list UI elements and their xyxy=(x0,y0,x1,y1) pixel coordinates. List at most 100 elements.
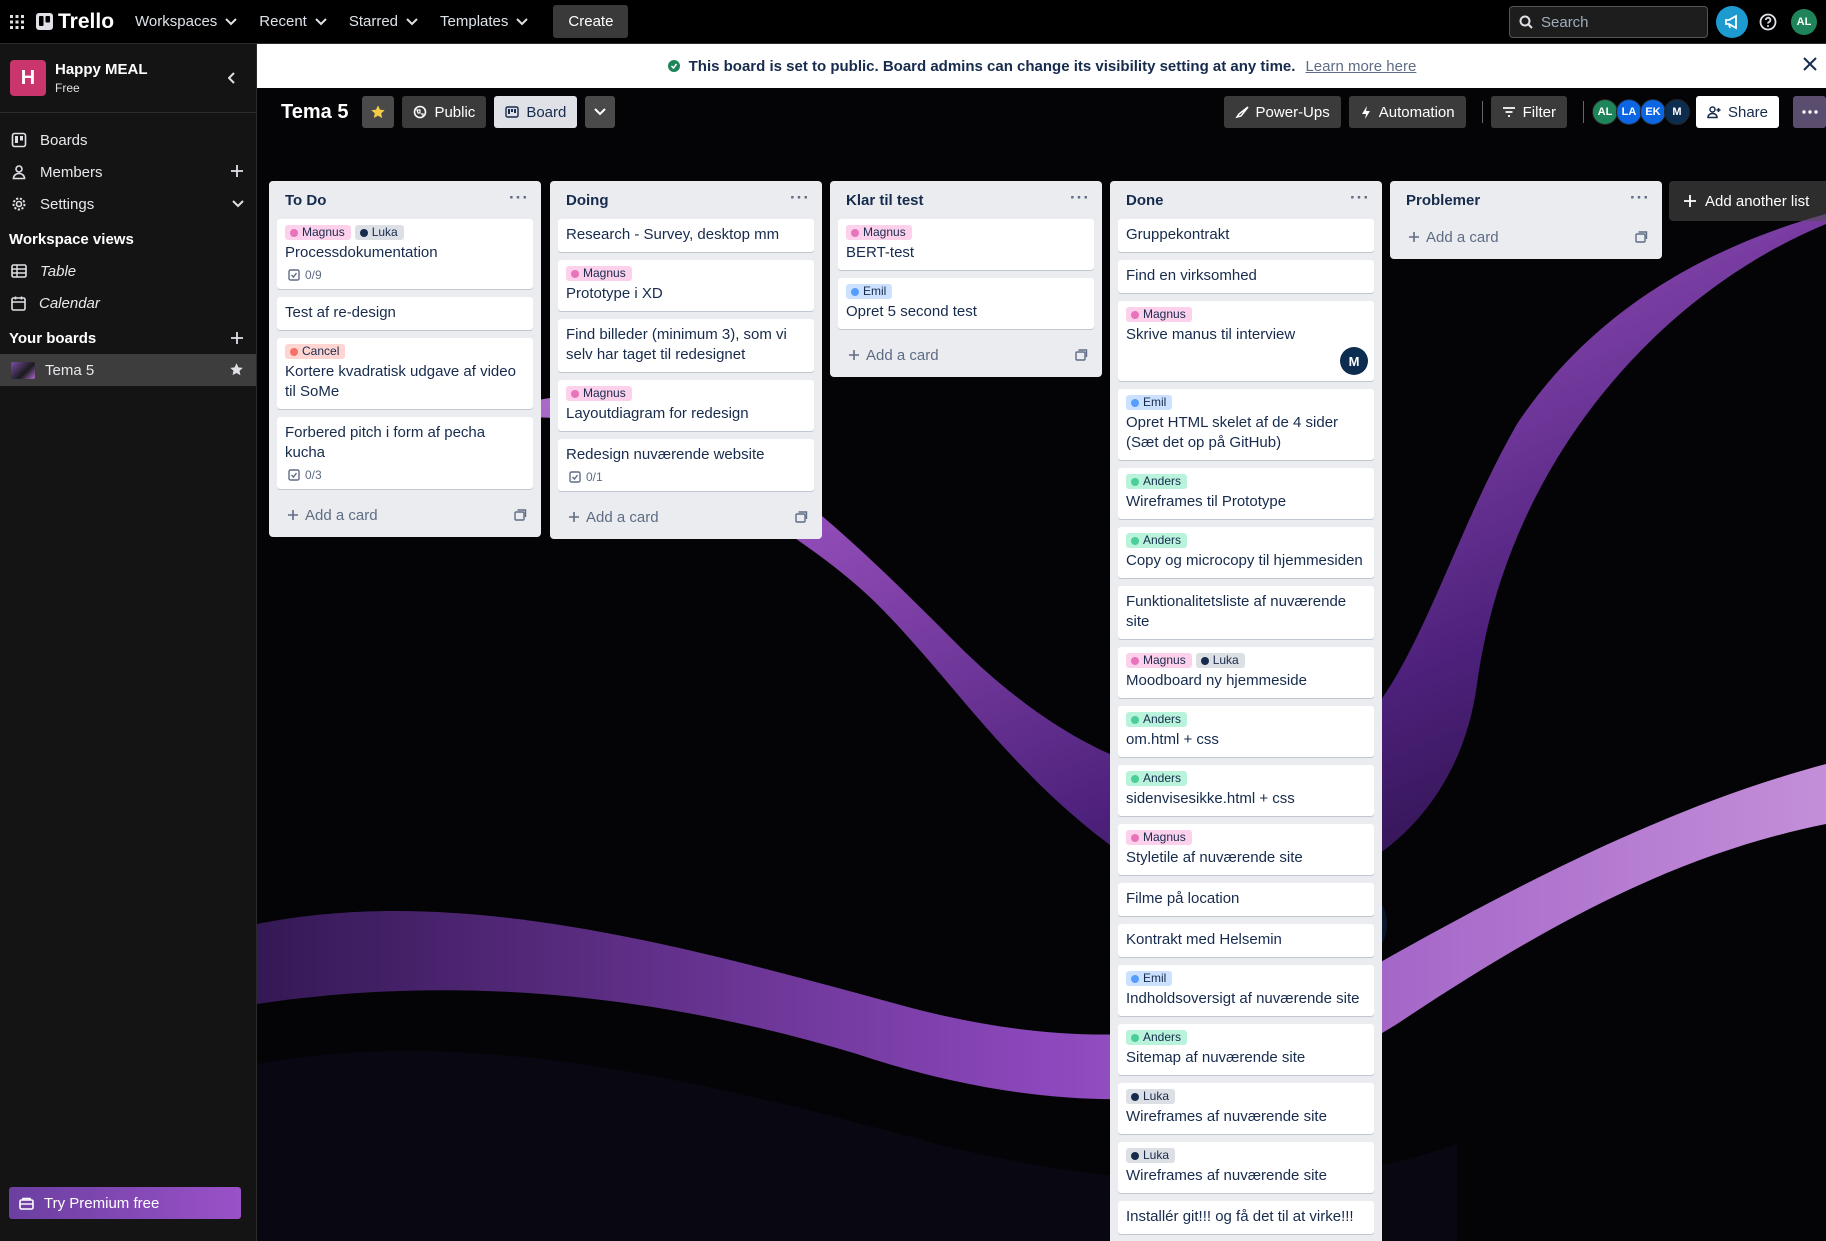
sidebar-item-calendar[interactable]: Calendar xyxy=(0,287,256,319)
add-board-icon[interactable] xyxy=(230,331,244,345)
list-header[interactable]: Doing ··· xyxy=(550,181,822,219)
sidebar-item-members[interactable]: Members xyxy=(0,156,256,188)
card-label[interactable]: Magnus xyxy=(1126,307,1192,322)
add-card-button[interactable]: Add a card xyxy=(550,499,822,535)
card-label[interactable]: Anders xyxy=(1126,1030,1188,1045)
collapse-sidebar-button[interactable] xyxy=(218,64,246,92)
card-label[interactable]: Anders xyxy=(1126,712,1188,727)
list-menu-icon[interactable]: ··· xyxy=(790,189,810,206)
member-avatar[interactable]: AL xyxy=(1591,99,1618,125)
card[interactable]: Magnus Styletile af nuværende site xyxy=(1118,824,1374,875)
starred-menu[interactable]: Starred xyxy=(338,6,429,38)
card[interactable]: Research - Survey, desktop mm xyxy=(558,219,814,252)
filter-button[interactable]: Filter xyxy=(1490,96,1567,128)
list-title[interactable]: Problemer xyxy=(1406,192,1480,209)
card[interactable]: Funktionalitetsliste af nuværende site xyxy=(1118,586,1374,639)
member-avatar[interactable]: LA xyxy=(1615,99,1642,125)
star-board-button[interactable] xyxy=(362,96,395,128)
card-label[interactable]: Luka xyxy=(354,225,404,240)
close-icon[interactable] xyxy=(1802,56,1818,72)
card-label[interactable]: Magnus xyxy=(1126,653,1192,668)
card-label[interactable]: Emil xyxy=(846,284,893,299)
card[interactable]: Anders om.html + css xyxy=(1118,706,1374,757)
template-icon[interactable] xyxy=(795,511,808,523)
add-member-icon[interactable] xyxy=(230,164,244,178)
workspaces-menu[interactable]: Workspaces xyxy=(124,6,248,38)
learn-more-link[interactable]: Learn more here xyxy=(1305,58,1416,75)
board-title[interactable]: Tema 5 xyxy=(281,101,348,124)
sidebar-item-settings[interactable]: Settings xyxy=(0,188,256,220)
list-menu-icon[interactable]: ··· xyxy=(1070,189,1090,206)
card[interactable]: Magnus Layoutdiagram for redesign xyxy=(558,380,814,431)
card[interactable]: Luka Wireframes af nuværende site xyxy=(1118,1142,1374,1193)
power-ups-button[interactable]: Power-Ups xyxy=(1223,96,1341,128)
template-icon[interactable] xyxy=(1635,231,1648,243)
search-input[interactable]: Search xyxy=(1509,6,1708,38)
card-label[interactable]: Magnus xyxy=(846,225,912,240)
list-header[interactable]: Done ··· xyxy=(1110,181,1382,219)
card-label[interactable]: Anders xyxy=(1126,533,1188,548)
automation-button[interactable]: Automation xyxy=(1348,96,1466,128)
card[interactable]: Magnus Skrive manus til interview M xyxy=(1118,301,1374,381)
app-switcher-icon[interactable] xyxy=(0,0,34,44)
card[interactable]: Emil Indholdsoversigt af nuværende site xyxy=(1118,965,1374,1016)
sidebar-item-table[interactable]: Table xyxy=(0,255,256,287)
card[interactable]: Redesign nuværende website 0/1 xyxy=(558,439,814,491)
card-label[interactable]: Anders xyxy=(1126,771,1188,786)
card[interactable]: Anders Copy og microcopy til hjemmesiden xyxy=(1118,527,1374,578)
list-title[interactable]: Done xyxy=(1126,192,1164,209)
card[interactable]: Kontrakt med Helsemin xyxy=(1118,924,1374,957)
card[interactable]: Magnus Prototype i XD xyxy=(558,260,814,311)
view-switcher-button[interactable] xyxy=(585,96,616,128)
card-label[interactable]: Magnus xyxy=(566,386,632,401)
card[interactable]: Gruppekontrakt xyxy=(1118,219,1374,252)
share-button[interactable]: Share xyxy=(1695,96,1779,128)
list-menu-icon[interactable]: ··· xyxy=(1350,189,1370,206)
board-view-button[interactable]: Board xyxy=(494,96,578,128)
card-label[interactable]: Anders xyxy=(1126,474,1188,489)
list-title[interactable]: Doing xyxy=(566,192,609,209)
card[interactable]: Magnus BERT-test xyxy=(838,219,1094,270)
list-header[interactable]: Problemer ··· xyxy=(1390,181,1662,219)
card[interactable]: Cancel Kortere kvadratisk udgave af video… xyxy=(277,338,533,409)
list-menu-icon[interactable]: ··· xyxy=(1630,189,1650,206)
star-icon[interactable] xyxy=(229,362,244,377)
template-icon[interactable] xyxy=(514,509,527,521)
card-label[interactable]: Luka xyxy=(1195,653,1245,668)
member-avatar[interactable]: EK xyxy=(1639,99,1666,125)
recent-menu[interactable]: Recent xyxy=(248,6,338,38)
sidebar-item-boards[interactable]: Boards xyxy=(0,124,256,156)
card[interactable]: Magnus Luka Moodboard ny hjemmeside xyxy=(1118,647,1374,698)
trello-logo[interactable]: Trello xyxy=(36,10,114,34)
chevron-down-icon[interactable] xyxy=(232,200,244,208)
user-avatar[interactable]: AL xyxy=(1791,9,1817,35)
card[interactable]: Anders Sitemap af nuværende site xyxy=(1118,1024,1374,1075)
try-premium-button[interactable]: Try Premium free xyxy=(9,1187,241,1219)
board-menu-button[interactable] xyxy=(1793,96,1826,128)
help-button[interactable] xyxy=(1752,6,1784,38)
list-title[interactable]: To Do xyxy=(285,192,326,209)
card-label[interactable]: Magnus xyxy=(566,266,632,281)
sidebar-board-tema-5[interactable]: Tema 5 xyxy=(0,354,256,386)
card[interactable]: Find en virksomhed xyxy=(1118,260,1374,293)
card[interactable]: Forbered pitch i form af pecha kucha 0/3 xyxy=(277,417,533,489)
add-card-button[interactable]: Add a card xyxy=(269,497,541,533)
template-icon[interactable] xyxy=(1075,349,1088,361)
card[interactable]: Anders sidenvisesikke.html + css xyxy=(1118,765,1374,816)
card-label[interactable]: Emil xyxy=(1126,395,1173,410)
card[interactable]: Luka Wireframes af nuværende site xyxy=(1118,1083,1374,1134)
card[interactable]: Emil Opret 5 second test xyxy=(838,278,1094,329)
card-label[interactable]: Cancel xyxy=(285,344,346,359)
card[interactable]: Test af re-design xyxy=(277,297,533,330)
card[interactable]: Emil Opret HTML skelet af de 4 sider (Sæt… xyxy=(1118,389,1374,460)
visibility-button[interactable]: Public xyxy=(402,96,487,128)
list-header[interactable]: Klar til test ··· xyxy=(830,181,1102,219)
add-list-button[interactable]: Add another list xyxy=(1669,181,1826,221)
templates-menu[interactable]: Templates xyxy=(429,6,539,38)
card-label[interactable]: Magnus xyxy=(285,225,351,240)
member-avatar[interactable]: M xyxy=(1663,99,1690,125)
card-label[interactable]: Luka xyxy=(1126,1089,1176,1104)
add-card-button[interactable]: Add a card xyxy=(1390,219,1662,255)
card-label[interactable]: Emil xyxy=(1126,971,1173,986)
card[interactable]: Find billeder (minimum 3), som vi selv h… xyxy=(558,319,814,372)
